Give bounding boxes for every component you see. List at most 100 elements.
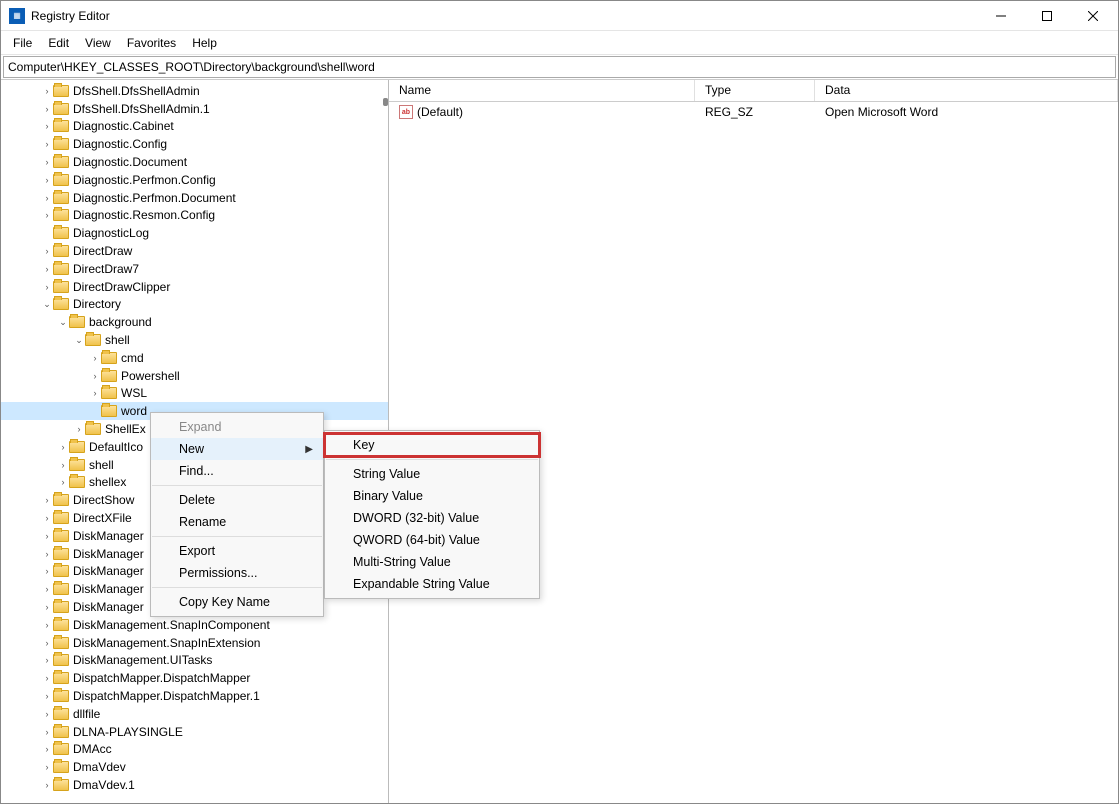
sub-binary[interactable]: Binary Value xyxy=(325,485,539,507)
tree-item[interactable]: ›Diagnostic.Document xyxy=(1,153,388,171)
expand-icon[interactable]: › xyxy=(41,193,53,203)
expand-icon[interactable]: › xyxy=(73,424,85,434)
expand-icon[interactable]: › xyxy=(41,655,53,665)
tree-item-label: word xyxy=(121,404,147,418)
expand-icon[interactable]: › xyxy=(41,175,53,185)
expand-icon[interactable]: › xyxy=(41,531,53,541)
tree-item[interactable]: ›DLNA-PLAYSINGLE xyxy=(1,723,388,741)
expand-icon[interactable]: › xyxy=(41,282,53,292)
expand-icon[interactable]: › xyxy=(41,104,53,114)
col-data[interactable]: Data xyxy=(815,80,1118,101)
expand-icon[interactable]: › xyxy=(57,460,69,470)
value-name: (Default) xyxy=(417,105,463,119)
tree-item[interactable]: ›DiskManagement.SnapInExtension xyxy=(1,634,388,652)
expand-icon[interactable]: › xyxy=(41,709,53,719)
tree-item[interactable]: ›DMAcc xyxy=(1,740,388,758)
address-bar[interactable]: Computer\HKEY_CLASSES_ROOT\Directory\bac… xyxy=(3,56,1116,78)
minimize-button[interactable] xyxy=(978,1,1024,31)
expand-icon[interactable]: › xyxy=(41,780,53,790)
tree-item[interactable]: ›dllfile xyxy=(1,705,388,723)
expand-icon[interactable]: › xyxy=(41,744,53,754)
expand-icon[interactable]: › xyxy=(41,86,53,96)
ctx-delete[interactable]: Delete xyxy=(151,489,323,511)
expand-icon[interactable]: › xyxy=(89,371,101,381)
expand-icon[interactable]: › xyxy=(41,602,53,612)
expand-icon[interactable]: › xyxy=(41,620,53,630)
maximize-button[interactable] xyxy=(1024,1,1070,31)
expand-icon[interactable]: › xyxy=(41,549,53,559)
value-row[interactable]: ab (Default) REG_SZ Open Microsoft Word xyxy=(389,102,1118,122)
ctx-find[interactable]: Find... xyxy=(151,460,323,482)
expand-icon[interactable]: › xyxy=(89,353,101,363)
ctx-export[interactable]: Export xyxy=(151,540,323,562)
tree-item[interactable]: DiagnosticLog xyxy=(1,224,388,242)
tree-item[interactable]: ›Diagnostic.Cabinet xyxy=(1,118,388,136)
tree-item[interactable]: ⌄shell xyxy=(1,331,388,349)
sub-multi[interactable]: Multi-String Value xyxy=(325,551,539,573)
expand-icon[interactable]: › xyxy=(41,139,53,149)
col-name[interactable]: Name xyxy=(389,80,695,101)
expand-icon[interactable]: › xyxy=(41,264,53,274)
expand-icon[interactable]: › xyxy=(41,673,53,683)
sub-qword[interactable]: QWORD (64-bit) Value xyxy=(325,529,539,551)
ctx-new[interactable]: New▶ xyxy=(151,438,323,460)
tree-item[interactable]: › Powershell xyxy=(1,367,388,385)
tree-item-label: Powershell xyxy=(121,369,180,383)
tree-item[interactable]: ›DirectDraw7 xyxy=(1,260,388,278)
tree-item[interactable]: ›Diagnostic.Resmon.Config xyxy=(1,207,388,225)
expand-icon[interactable]: › xyxy=(41,691,53,701)
tree-item[interactable]: ›Diagnostic.Config xyxy=(1,135,388,153)
tree-item[interactable]: ›DispatchMapper.DispatchMapper.1 xyxy=(1,687,388,705)
tree-item[interactable]: ›Diagnostic.Perfmon.Config xyxy=(1,171,388,189)
ctx-copy-key-name[interactable]: Copy Key Name xyxy=(151,591,323,613)
ctx-rename[interactable]: Rename xyxy=(151,511,323,533)
expand-icon[interactable]: › xyxy=(41,584,53,594)
expand-icon[interactable]: › xyxy=(41,762,53,772)
tree-item[interactable]: ›DirectDrawClipper xyxy=(1,278,388,296)
tree-item[interactable]: ›WSL xyxy=(1,385,388,403)
tree-item[interactable]: ›DiskManagement.UITasks xyxy=(1,652,388,670)
collapse-icon[interactable]: ⌄ xyxy=(57,317,69,328)
tree-item[interactable]: ›DfsShell.DfsShellAdmin.1 xyxy=(1,100,388,118)
tree-item[interactable]: ›Diagnostic.Perfmon.Document xyxy=(1,189,388,207)
tree-item[interactable]: ⌄Directory xyxy=(1,296,388,314)
sub-string[interactable]: String Value xyxy=(325,463,539,485)
ctx-permissions[interactable]: Permissions... xyxy=(151,562,323,584)
menu-edit[interactable]: Edit xyxy=(40,34,77,52)
expand-icon[interactable]: › xyxy=(41,638,53,648)
tree-item[interactable]: ›DmaVdev.1 xyxy=(1,776,388,794)
tree-item[interactable]: ›cmd xyxy=(1,349,388,367)
expand-icon[interactable]: › xyxy=(41,210,53,220)
collapse-icon[interactable]: ⌄ xyxy=(73,335,85,346)
folder-icon xyxy=(53,708,69,720)
menu-view[interactable]: View xyxy=(77,34,119,52)
collapse-icon[interactable]: ⌄ xyxy=(41,299,53,310)
tree-item[interactable]: ›DirectDraw xyxy=(1,242,388,260)
tree-item[interactable]: › DfsShell.DfsShellAdmin xyxy=(1,82,388,100)
menu-favorites[interactable]: Favorites xyxy=(119,34,184,52)
close-button[interactable] xyxy=(1070,1,1116,31)
expand-icon[interactable]: › xyxy=(57,442,69,452)
sub-key[interactable]: Key xyxy=(325,434,539,456)
splitter-handle[interactable] xyxy=(383,98,388,106)
expand-icon[interactable]: › xyxy=(41,495,53,505)
tree-item-label: DfsShell.DfsShellAdmin xyxy=(73,84,200,98)
tree-item-label: shell xyxy=(89,458,114,472)
tree-item[interactable]: ›DispatchMapper.DispatchMapper xyxy=(1,669,388,687)
expand-icon[interactable]: › xyxy=(89,388,101,398)
col-type[interactable]: Type xyxy=(695,80,815,101)
menu-help[interactable]: Help xyxy=(184,34,225,52)
expand-icon[interactable]: › xyxy=(41,121,53,131)
tree-item[interactable]: ⌄background xyxy=(1,313,388,331)
tree-item[interactable]: ›DmaVdev xyxy=(1,758,388,776)
expand-icon[interactable]: › xyxy=(41,246,53,256)
expand-icon[interactable]: › xyxy=(41,513,53,523)
expand-icon[interactable]: › xyxy=(41,566,53,576)
expand-icon[interactable]: › xyxy=(41,157,53,167)
sub-dword[interactable]: DWORD (32-bit) Value xyxy=(325,507,539,529)
expand-icon[interactable]: › xyxy=(41,727,53,737)
expand-icon[interactable]: › xyxy=(57,477,69,487)
menu-file[interactable]: File xyxy=(5,34,40,52)
sub-expand[interactable]: Expandable String Value xyxy=(325,573,539,595)
tree-item[interactable]: ›DiskManagement.SnapInComponent xyxy=(1,616,388,634)
